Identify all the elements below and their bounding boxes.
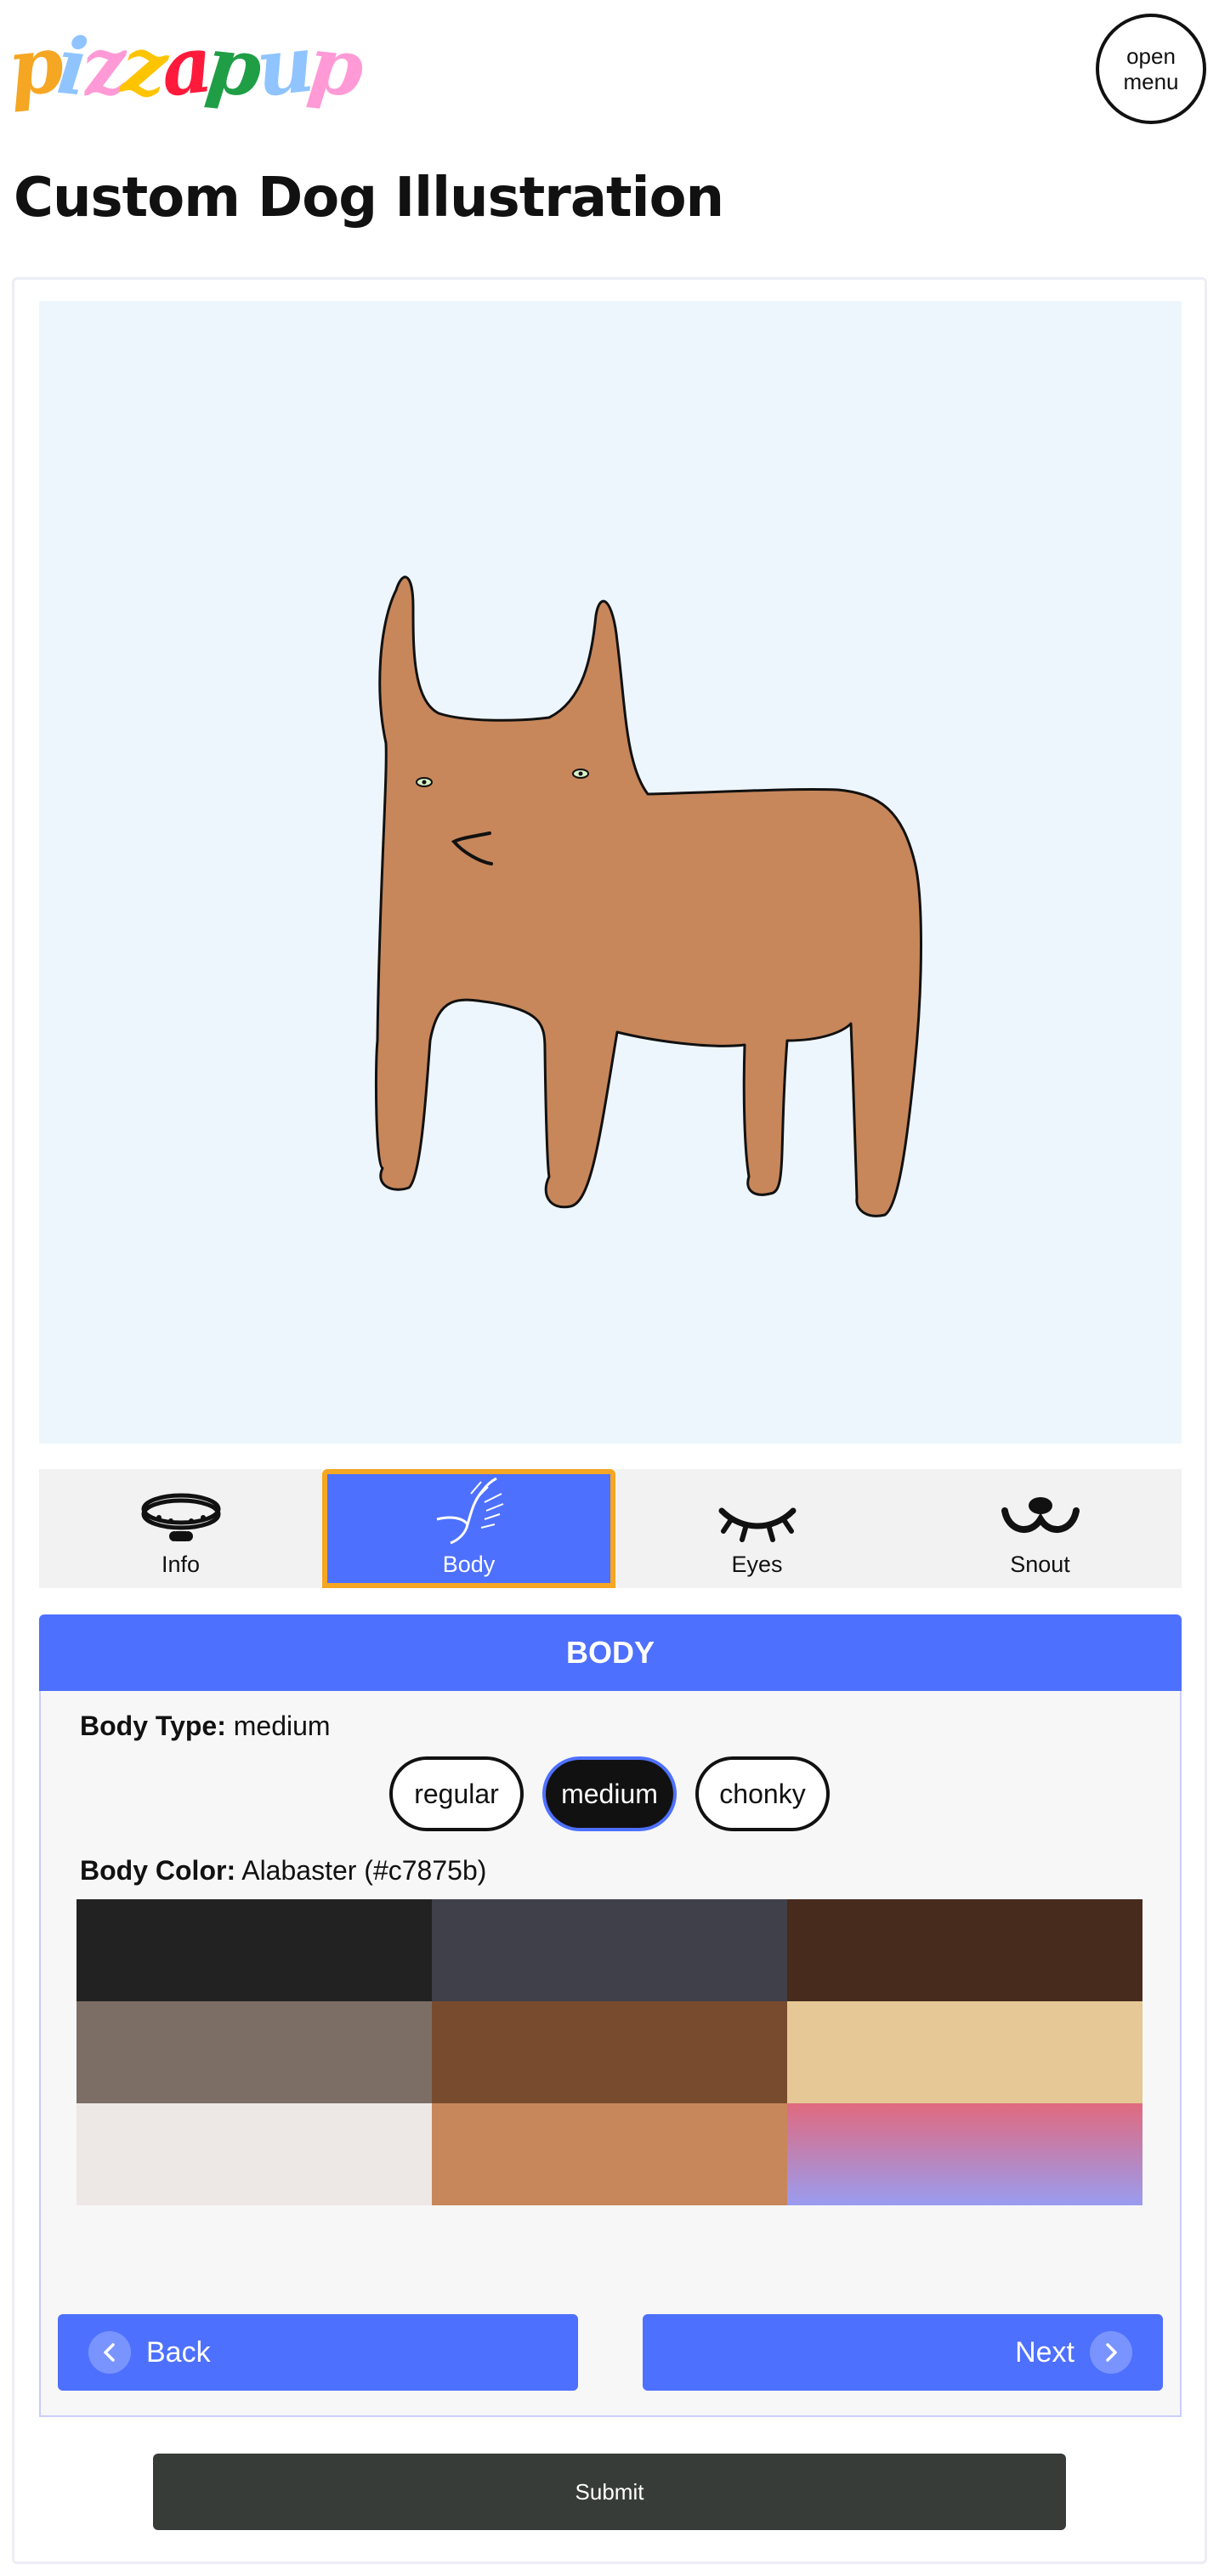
logo-letter: p — [201, 18, 262, 115]
next-label: Next — [1015, 2335, 1074, 2369]
body-type-medium-button[interactable]: medium — [542, 1756, 677, 1831]
customizer-tabs: Info Body Eyes Snout — [39, 1469, 1182, 1588]
body-type-regular-button[interactable]: regular — [389, 1756, 524, 1831]
tab-snout[interactable]: Snout — [899, 1469, 1182, 1588]
collar-icon — [141, 1493, 220, 1541]
wagging-tail-icon — [436, 1477, 503, 1545]
tab-label: Body — [442, 1552, 496, 1577]
open-menu-button[interactable]: open menu — [1096, 14, 1206, 124]
color-swatch[interactable] — [77, 1899, 432, 2001]
color-swatch[interactable] — [432, 2103, 787, 2205]
submit-button[interactable]: Submit — [153, 2454, 1066, 2530]
color-swatch[interactable] — [77, 2103, 432, 2205]
page-title: Custom Dog Illustration — [14, 167, 724, 230]
back-label: Back — [146, 2335, 211, 2369]
pizzapup-logo[interactable]: pizzapup — [4, 18, 366, 115]
body-color-label: Body Color: — [80, 1855, 236, 1886]
color-swatch[interactable] — [432, 1899, 787, 2001]
body-type-label: Body Type: — [80, 1711, 226, 1741]
tab-label: Eyes — [731, 1552, 783, 1577]
body-type-value: medium — [233, 1711, 331, 1741]
color-swatch[interactable] — [787, 1899, 1142, 2001]
snout-icon — [1001, 1497, 1080, 1533]
body-type-row: Body Type: medium — [80, 1711, 331, 1742]
next-button[interactable]: Next — [643, 2314, 1163, 2391]
logo-letter: p — [303, 18, 363, 115]
chevron-right-icon — [1090, 2331, 1132, 2374]
tab-label: Snout — [1010, 1552, 1070, 1577]
body-color-swatches — [77, 1899, 1142, 2205]
panel-heading: BODY — [39, 1614, 1182, 1691]
open-menu-label: open menu — [1123, 43, 1179, 94]
tab-body[interactable]: Body — [322, 1469, 615, 1588]
dog-illustration — [374, 576, 922, 1217]
back-button[interactable]: Back — [58, 2314, 578, 2391]
color-swatch[interactable] — [77, 2001, 432, 2103]
logo-letter: u — [252, 18, 314, 115]
dog-preview-canvas — [39, 301, 1182, 1444]
tab-label: Info — [161, 1552, 201, 1577]
body-color-row: Body Color: Alabaster (#c7875b) — [80, 1855, 486, 1887]
color-swatch[interactable] — [787, 2001, 1142, 2103]
color-swatch[interactable] — [432, 2001, 787, 2103]
closed-eye-icon — [718, 1507, 796, 1542]
tab-eyes[interactable]: Eyes — [615, 1469, 899, 1588]
body-color-value: Alabaster (#c7875b) — [241, 1855, 487, 1886]
body-type-chonky-button[interactable]: chonky — [695, 1756, 830, 1831]
tab-info[interactable]: Info — [39, 1469, 322, 1588]
color-swatch[interactable] — [787, 2103, 1142, 2205]
chevron-left-icon — [88, 2331, 131, 2374]
